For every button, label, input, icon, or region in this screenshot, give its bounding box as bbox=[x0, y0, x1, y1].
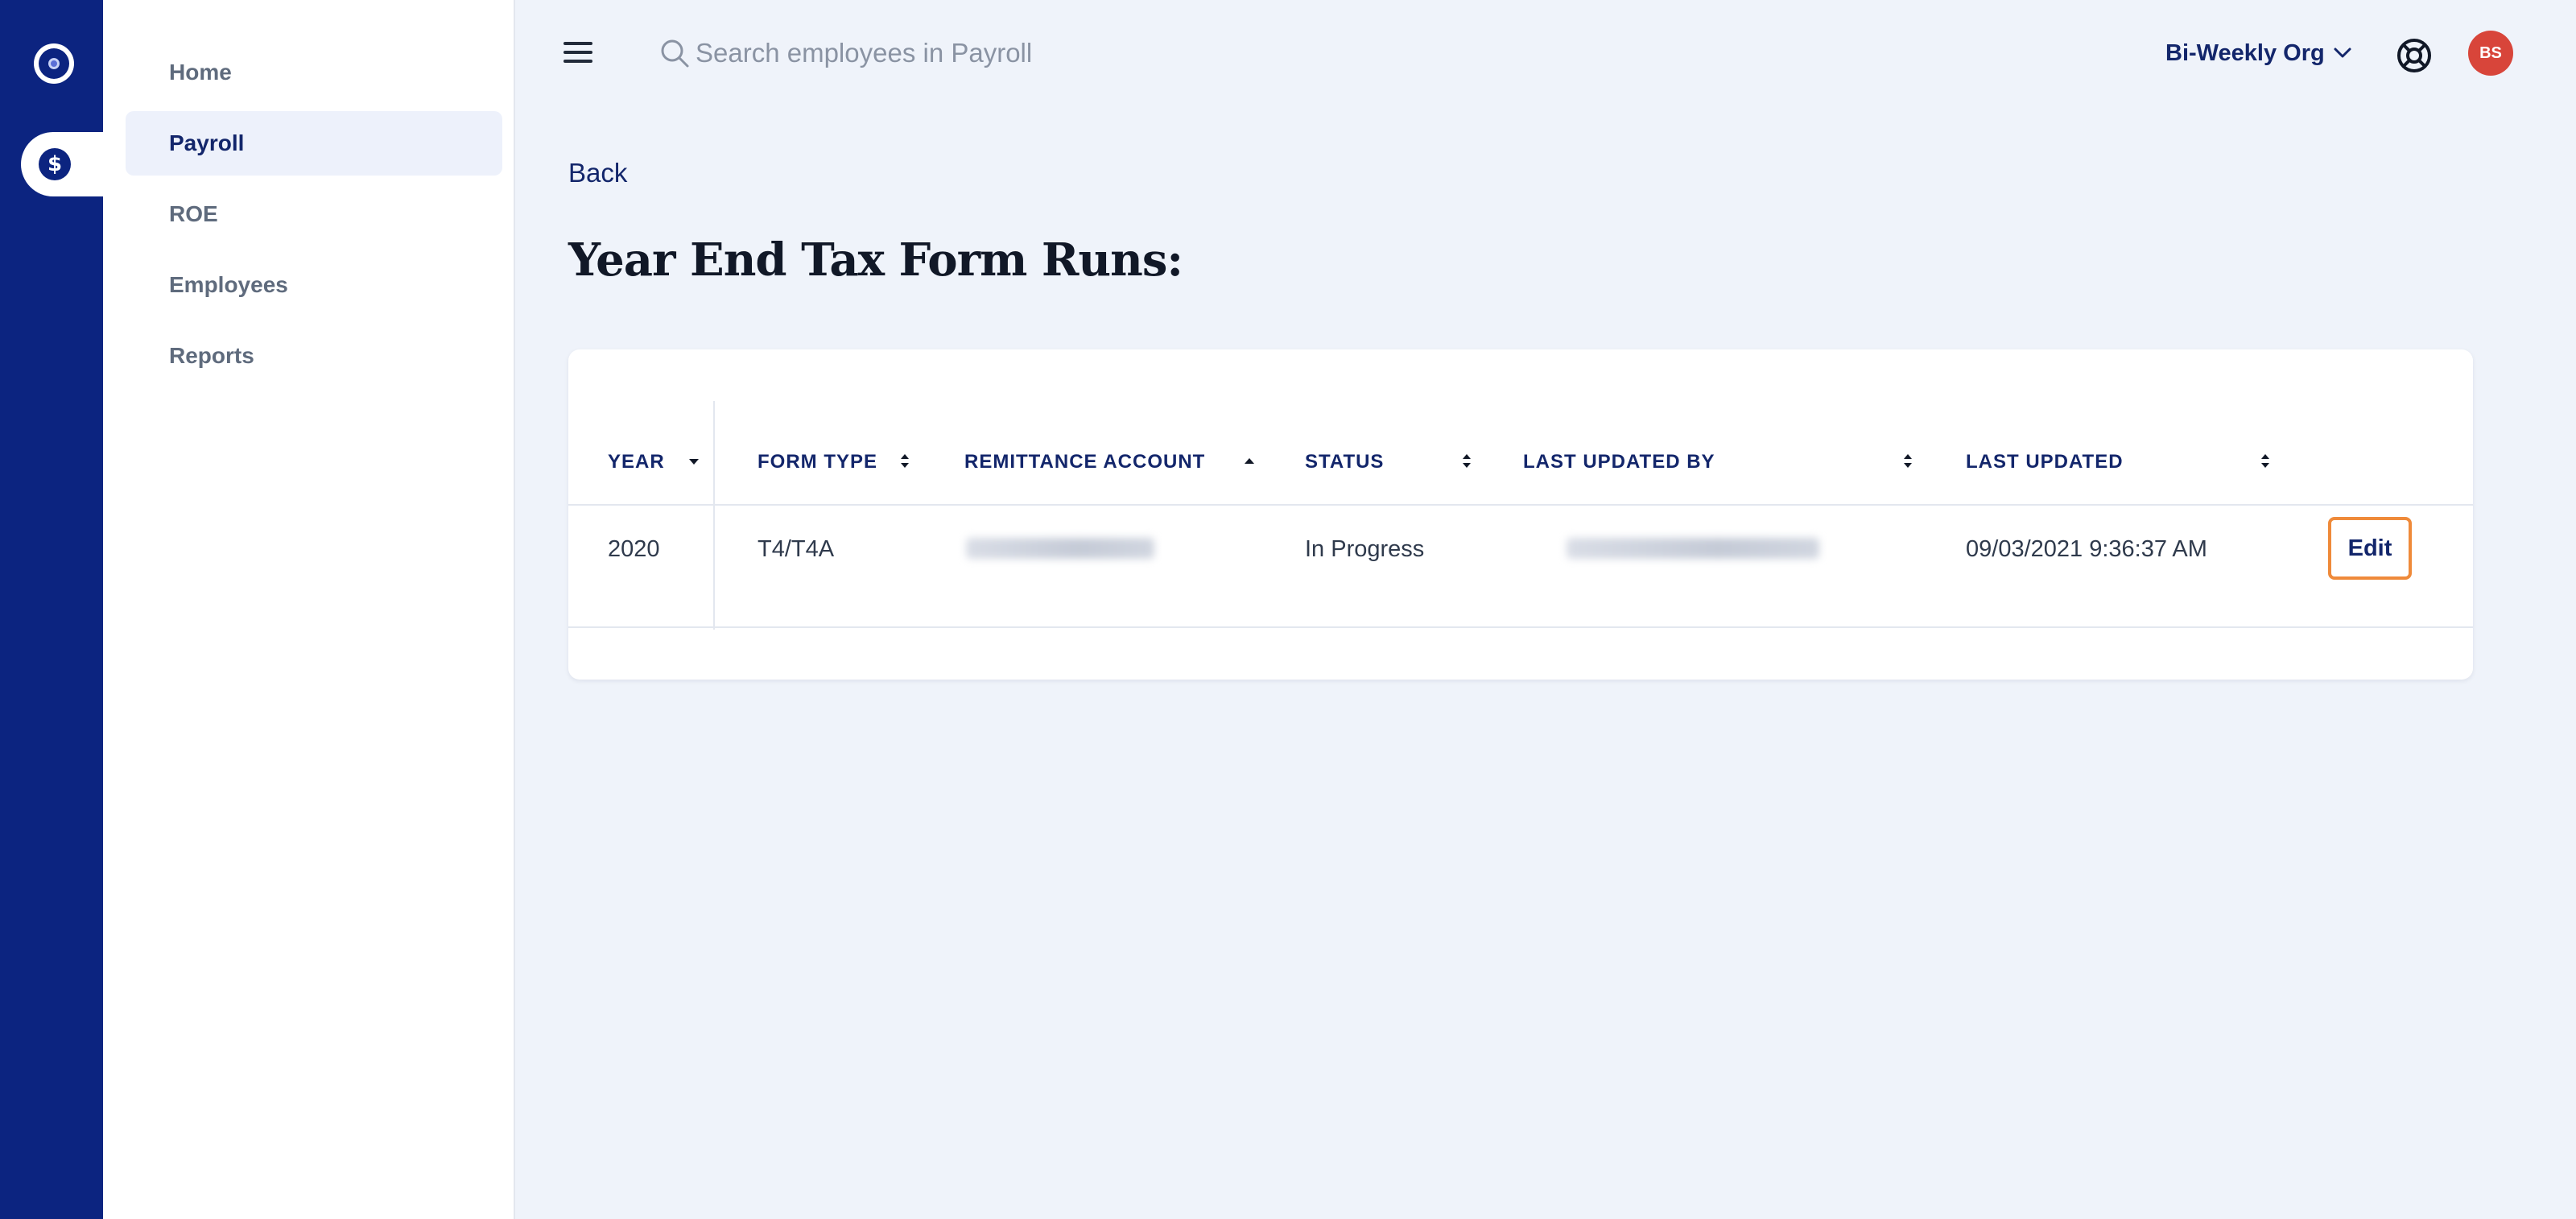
tax-form-runs-table: Year Form Type Remittance Account Status… bbox=[568, 349, 2473, 680]
chevron-down-icon bbox=[2334, 48, 2351, 58]
sort-both-icon[interactable] bbox=[1901, 451, 1914, 472]
column-header-status[interactable]: Status bbox=[1305, 451, 1384, 473]
column-header-form-type[interactable]: Form Type bbox=[758, 451, 877, 473]
avatar[interactable]: BS bbox=[2468, 31, 2513, 76]
sort-both-icon[interactable] bbox=[898, 451, 911, 472]
search-bar bbox=[658, 29, 1383, 77]
page-title: Year End Tax Form Runs: bbox=[568, 233, 1183, 287]
dollar-coin-icon: $ bbox=[39, 148, 71, 180]
app-rail: $ bbox=[0, 0, 103, 1219]
sidebar-item-roe[interactable]: ROE bbox=[126, 182, 502, 246]
redacted-last-updated-by bbox=[1567, 538, 1819, 559]
cell-year: 2020 bbox=[608, 536, 660, 562]
sort-asc-icon[interactable] bbox=[1243, 451, 1256, 472]
cell-last-updated: 09/03/2021 9:36:37 AM bbox=[1966, 536, 2207, 562]
cell-form-type: T4/T4A bbox=[758, 536, 835, 562]
column-header-year[interactable]: Year bbox=[608, 451, 665, 473]
sort-both-icon[interactable] bbox=[2259, 451, 2272, 472]
redacted-remittance-account bbox=[966, 538, 1154, 559]
column-header-last-updated-by[interactable]: Last Updated By bbox=[1523, 451, 1715, 473]
hamburger-icon[interactable] bbox=[564, 42, 592, 63]
org-label: Bi-Weekly Org bbox=[2165, 39, 2325, 66]
app-logo-icon[interactable] bbox=[34, 43, 74, 84]
search-input[interactable] bbox=[696, 38, 1356, 68]
column-header-remittance-account[interactable]: Remittance Account bbox=[964, 451, 1205, 473]
back-link[interactable]: Back bbox=[568, 158, 627, 188]
column-header-last-updated[interactable]: Last Updated bbox=[1966, 451, 2124, 473]
sort-desc-icon[interactable] bbox=[687, 451, 700, 472]
lifebuoy-icon[interactable] bbox=[2396, 37, 2433, 74]
cell-status: In Progress bbox=[1305, 536, 1425, 562]
search-icon bbox=[661, 39, 689, 68]
sidebar-item-payroll[interactable]: Payroll bbox=[126, 111, 502, 176]
sidebar-item-reports[interactable]: Reports bbox=[126, 324, 502, 388]
sidebar-item-home[interactable]: Home bbox=[126, 40, 502, 105]
org-switcher[interactable]: Bi-Weekly Org bbox=[2165, 34, 2352, 72]
column-divider bbox=[713, 401, 715, 630]
sidebar-item-employees[interactable]: Employees bbox=[126, 253, 502, 317]
row-divider bbox=[568, 626, 2473, 628]
sort-both-icon[interactable] bbox=[1460, 451, 1473, 472]
rail-tab-payroll[interactable]: $ bbox=[21, 132, 103, 196]
sidebar: Home Payroll ROE Employees Reports bbox=[103, 0, 515, 1219]
header-divider bbox=[568, 504, 2473, 506]
edit-button[interactable]: Edit bbox=[2328, 517, 2412, 580]
